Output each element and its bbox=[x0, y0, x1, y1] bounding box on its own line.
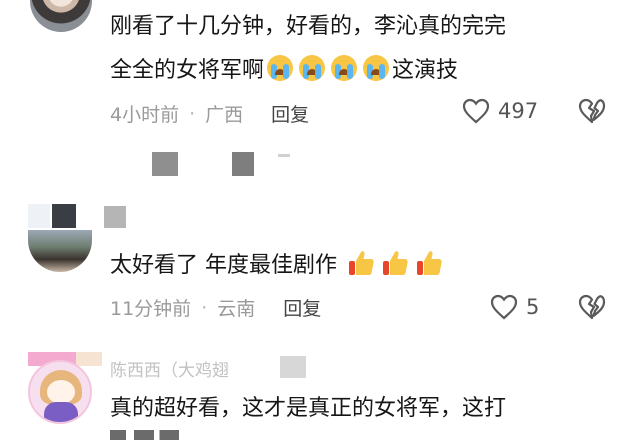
comment-time: 4小时前 bbox=[110, 104, 180, 126]
redacted-username bbox=[28, 204, 50, 228]
comment-time: 11分钟前 bbox=[110, 298, 192, 320]
dislike-button[interactable] bbox=[578, 98, 606, 128]
comment-text-line: 真的超好看，这才是真正的女将军，这打 bbox=[110, 396, 507, 421]
avatar[interactable] bbox=[28, 230, 92, 272]
comment-text-tail: 这演技 bbox=[392, 58, 459, 83]
like-button[interactable]: 5 bbox=[490, 294, 539, 320]
avatar[interactable] bbox=[28, 360, 92, 424]
thumbs-up-icon bbox=[380, 248, 410, 278]
redacted-block bbox=[76, 352, 102, 366]
broken-heart-icon bbox=[578, 294, 606, 320]
redacted-block bbox=[152, 152, 178, 176]
comment-text: 全全的女将军啊 这演技 bbox=[110, 54, 458, 88]
redacted-block bbox=[280, 356, 306, 378]
heart-outline-icon bbox=[462, 98, 490, 124]
like-button[interactable]: 497 bbox=[462, 98, 538, 124]
redacted-username bbox=[104, 206, 126, 228]
comment-username[interactable]: 陈西西（大鸡翅 bbox=[110, 356, 229, 381]
comment-text-line: 全全的女将军啊 bbox=[110, 58, 265, 83]
reply-button[interactable]: 回复 bbox=[271, 100, 309, 127]
reply-button[interactable]: 回复 bbox=[283, 294, 321, 321]
redacted-username bbox=[52, 204, 76, 228]
dislike-button[interactable] bbox=[578, 294, 606, 324]
redacted-block bbox=[232, 152, 254, 176]
separator-dot: · bbox=[201, 296, 208, 319]
comment-text: 刚看了十几分钟，好看的，李沁真的完完 bbox=[110, 10, 506, 44]
like-count: 497 bbox=[498, 99, 539, 123]
comment-meta: 11分钟前 · 云南 回复 bbox=[110, 294, 321, 321]
thumbs-up-icon bbox=[414, 248, 444, 278]
comment-location: 广西 bbox=[205, 104, 244, 126]
loudly-crying-face-icon bbox=[331, 55, 358, 81]
comment-location: 云南 bbox=[217, 298, 256, 320]
comment-text-overflow bbox=[110, 430, 220, 440]
comment-meta: 4小时前 · 广西 回复 bbox=[110, 100, 309, 127]
loudly-crying-face-icon bbox=[299, 55, 326, 81]
separator-dot: · bbox=[189, 102, 196, 125]
comment-text-line: 刚看了十几分钟，好看的，李沁真的完完 bbox=[110, 14, 507, 39]
heart-outline-icon bbox=[490, 294, 518, 320]
comment-text: 太好看了 年度最佳剧作 bbox=[110, 248, 446, 283]
loudly-crying-face-icon bbox=[267, 55, 294, 81]
loudly-crying-face-icon bbox=[363, 55, 390, 81]
like-count: 5 bbox=[526, 295, 540, 319]
redacted-block bbox=[278, 154, 290, 157]
avatar[interactable] bbox=[30, 0, 92, 32]
thumbs-up-icon bbox=[346, 248, 376, 278]
broken-heart-icon bbox=[578, 98, 606, 124]
comment-text: 真的超好看，这才是真正的女将军，这打 bbox=[110, 392, 506, 426]
comment-text-line: 太好看了 年度最佳剧作 bbox=[110, 253, 337, 278]
comment-feed: 刚看了十几分钟，好看的，李沁真的完完 全全的女将军啊 这演技 4小时前 · 广西 … bbox=[0, 0, 640, 440]
